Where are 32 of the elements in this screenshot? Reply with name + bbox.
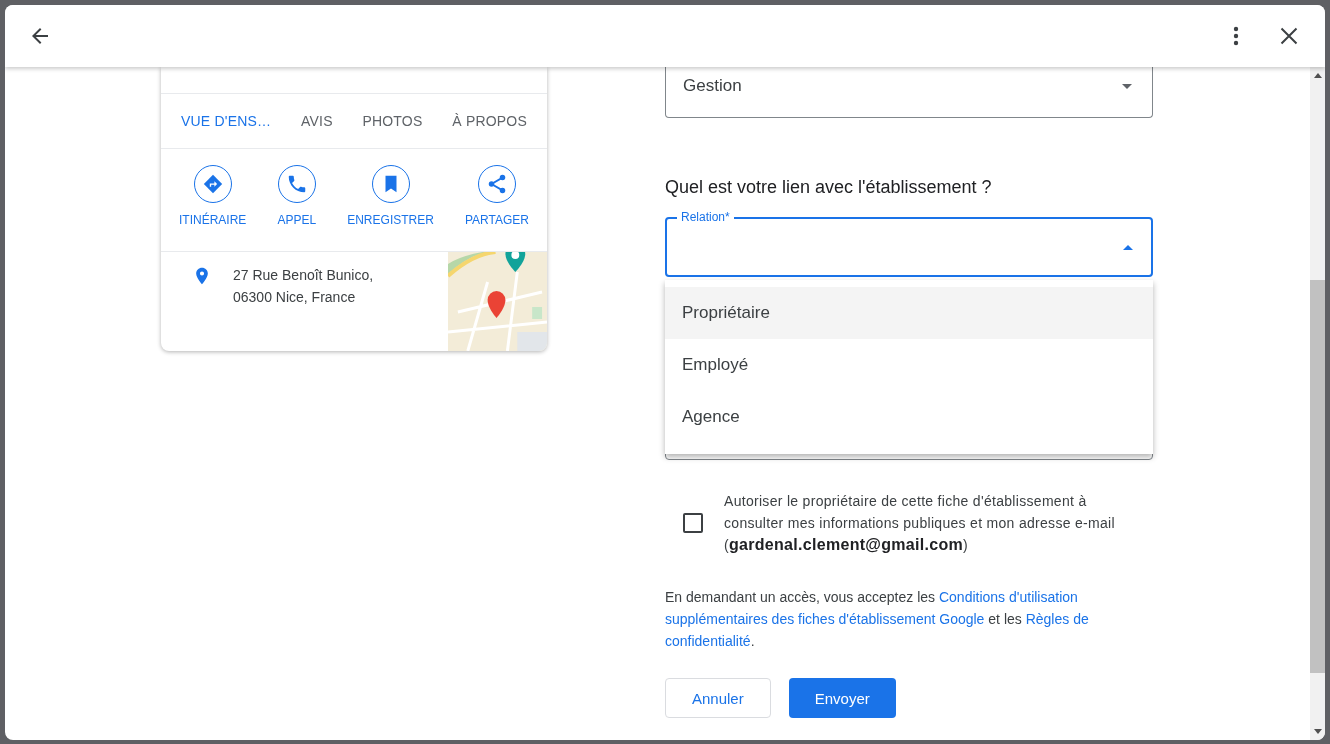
- dropdown-up-icon: [1123, 244, 1133, 250]
- scrollbar-thumb[interactable]: [1310, 280, 1325, 673]
- address-line: 27 Rue Benoît Bunico,: [233, 266, 375, 285]
- menu-option[interactable]: Agence: [665, 391, 1153, 443]
- action-link[interactable]: ENREGISTRER: [347, 213, 434, 227]
- menu-option[interactable]: Propriétaire: [665, 287, 1153, 339]
- dropdown-arrow-icon: [1122, 84, 1132, 89]
- cancel-button[interactable]: Annuler: [665, 678, 771, 718]
- menu-option[interactable]: Employé: [665, 339, 1153, 391]
- more-icon[interactable]: [1233, 26, 1239, 46]
- card-tab[interactable]: VUE D'ENS…: [181, 113, 272, 129]
- question-text: Quel est votre lien avec l'établissement ?: [665, 176, 993, 199]
- select-field[interactable]: Gestion: [665, 67, 1153, 118]
- scrollbar[interactable]: [1310, 67, 1325, 740]
- action-link[interactable]: ITINÉRAIRE: [179, 213, 247, 227]
- scroll-down-icon[interactable]: [1313, 729, 1322, 734]
- card-tab[interactable]: AVIS: [301, 113, 333, 129]
- card-tab[interactable]: PHOTOS: [362, 113, 423, 129]
- action-link[interactable]: PARTAGER: [464, 213, 529, 227]
- address-line: 06300 Nice, France: [233, 288, 357, 307]
- terms-link[interactable]: supplémentaires des fiches d'établissement Google: [665, 611, 985, 627]
- terms-text: En demandant un accès, vous acceptez les Conditions d'utilisation supplémentaires des fiches d'établissement Google et les Règles de confidentialité.: [665, 588, 1090, 651]
- action-link[interactable]: APPEL: [277, 213, 317, 227]
- terms-link[interactable]: Conditions d'utilisation: [938, 589, 1078, 605]
- checkbox[interactable]: [683, 513, 703, 533]
- terms-link[interactable]: confidentialité: [665, 633, 751, 649]
- scroll-up-icon[interactable]: [1313, 73, 1322, 78]
- card-tab[interactable]: À PROPOS: [452, 113, 527, 129]
- consent-text: Autoriser le propriétaire de cette fiche d'établissement à consulter mes informations publiques et mon adresse e-mail (gardenal.clement@gmail.com): [724, 492, 1116, 555]
- terms-link[interactable]: Règles de: [1025, 611, 1089, 627]
- close-icon[interactable]: [1279, 26, 1299, 46]
- send-button[interactable]: Envoyer: [788, 678, 896, 718]
